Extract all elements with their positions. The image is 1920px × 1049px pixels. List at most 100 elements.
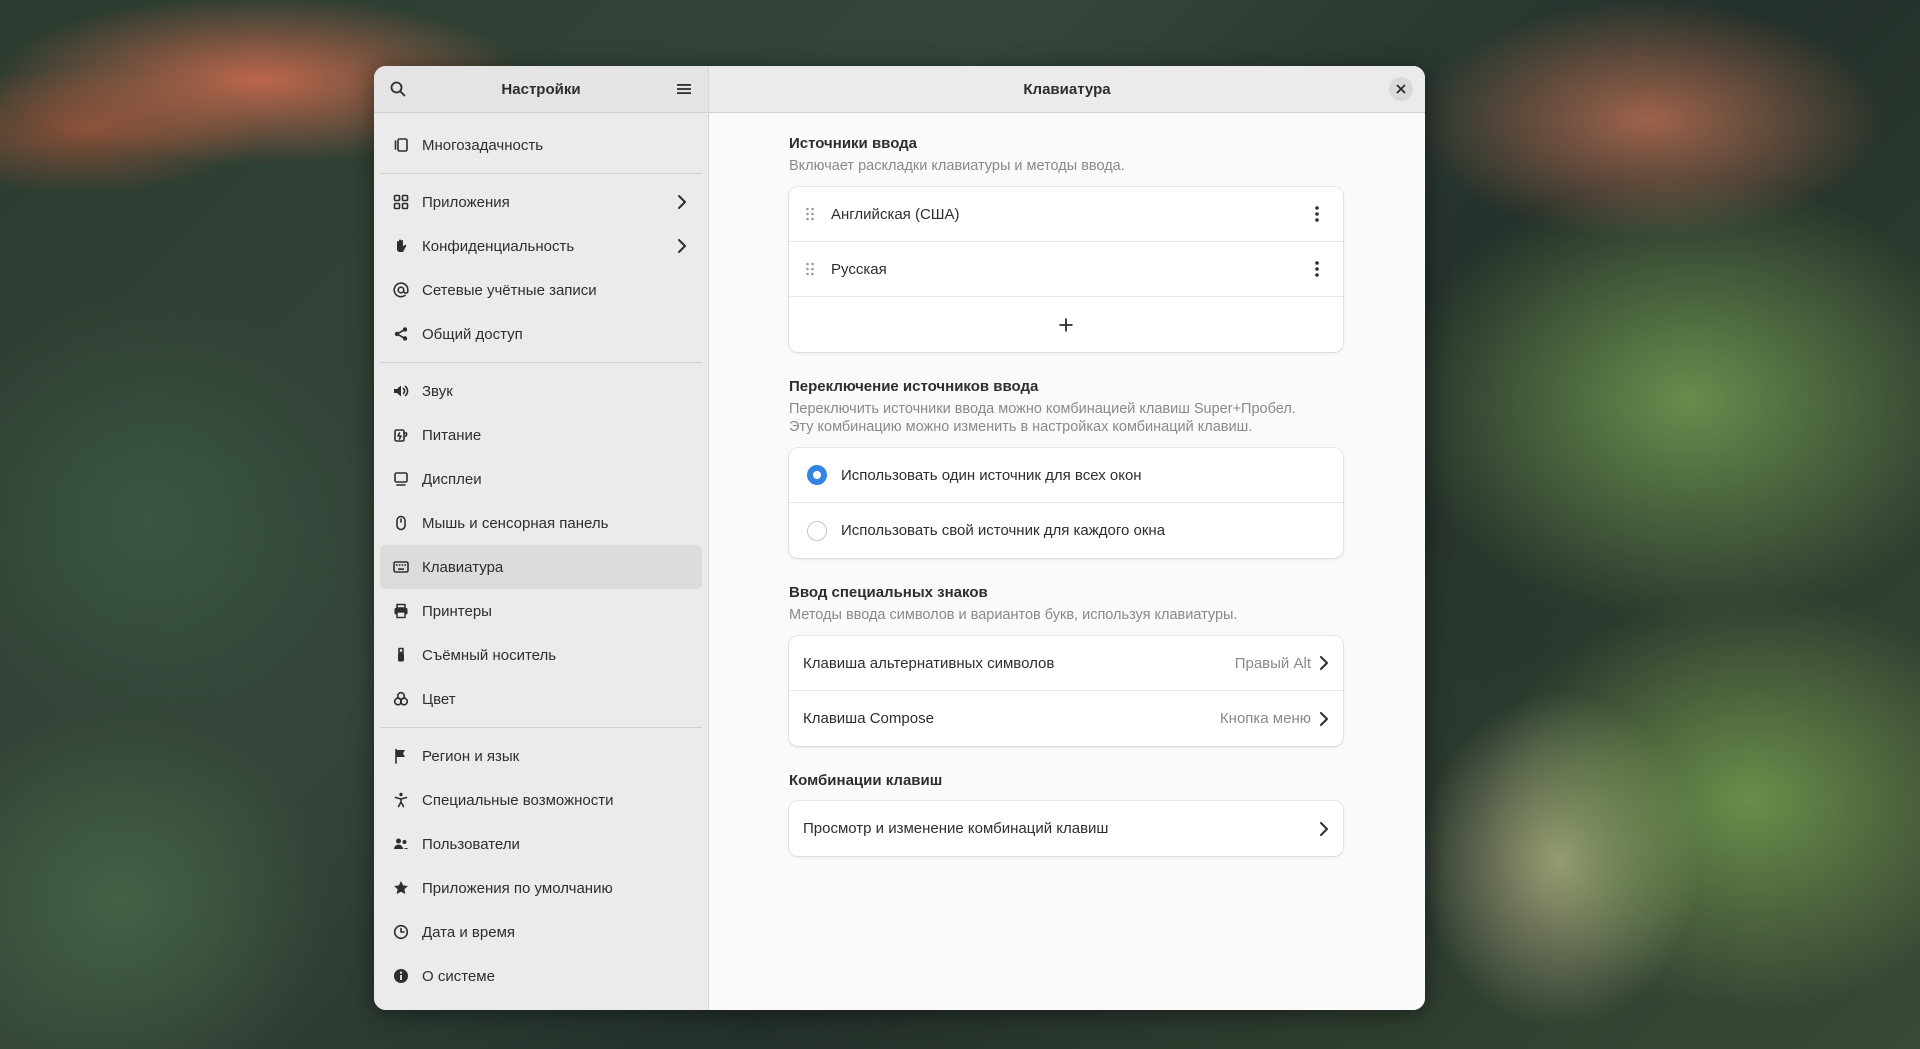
sidebar-item-label: Дисплеи [422, 470, 482, 488]
sidebar-item-label: Специальные возможности [422, 791, 614, 809]
sidebar-header: Настройки [374, 66, 708, 113]
compose-key-row[interactable]: Клавиша Compose Кнопка меню [789, 691, 1343, 746]
sidebar-item[interactable]: Съёмный носитель [380, 633, 702, 677]
apps-icon [392, 193, 410, 211]
chevron-right-icon [674, 194, 690, 210]
sidebar-item-label: Цвет [422, 690, 456, 708]
sidebar-item[interactable]: Цвет [380, 677, 702, 721]
sidebar-item[interactable]: Общий доступ [380, 312, 702, 356]
view-shortcuts-row[interactable]: Просмотр и изменение комбинаций клавиш [789, 801, 1343, 856]
sidebar-item-label: Дата и время [422, 923, 516, 941]
special-chars-title: Ввод специальных знаков [789, 584, 988, 601]
kebab-menu-icon[interactable] [1305, 257, 1329, 281]
input-sources-desc: Включает раскладки клавиатуры и методы в… [789, 158, 1125, 174]
sidebar-item[interactable]: Пользователи [380, 822, 702, 866]
sidebar-item[interactable]: Специальные возможности [380, 778, 702, 822]
radio-button-checked[interactable] [807, 465, 827, 485]
kebab-menu-icon[interactable] [1305, 202, 1329, 226]
input-source-row[interactable]: Русская [789, 242, 1343, 297]
share-icon [392, 325, 410, 343]
switching-desc-line2: Эту комбинацию можно изменить в настройк… [789, 419, 1253, 435]
add-input-source-button[interactable] [789, 297, 1343, 352]
sidebar-item[interactable]: Принтеры [380, 589, 702, 633]
star-icon [392, 879, 410, 897]
sidebar-item[interactable]: Дисплеи [380, 457, 702, 501]
sidebar-item-label: Приложения [422, 193, 510, 211]
sidebar-item-label: Регион и язык [422, 747, 520, 765]
sidebar-separator [380, 173, 702, 174]
plus-icon [1059, 318, 1073, 331]
shortcuts-card: Просмотр и изменение комбинаций клавиш [789, 801, 1343, 856]
sidebar-item-label: Питание [422, 426, 482, 444]
switch-option-row[interactable]: Использовать свой источник для каждого о… [789, 503, 1343, 558]
sidebar-separator [380, 727, 702, 728]
sidebar-item[interactable]: Звук [380, 369, 702, 413]
search-icon [390, 81, 406, 97]
hamburger-menu-icon [676, 84, 691, 94]
sidebar-item[interactable]: Конфиденциальность [380, 224, 702, 268]
users-icon [392, 835, 410, 853]
privacy-hand-icon [392, 237, 410, 255]
sidebar-item-label: О системе [422, 967, 495, 985]
multitasking-icon [392, 136, 410, 154]
content-body: Источники ввода Включает раскладки клави… [709, 113, 1343, 882]
content-header: Клавиатура [709, 66, 1425, 113]
info-icon [392, 967, 410, 985]
switching-desc-line1: Переключить источники ввода можно комбин… [789, 401, 1296, 417]
settings-window: Настройки Многозадачность Приложения Конфи… [374, 66, 1425, 1010]
sidebar-item[interactable]: Мышь и сенсорная панель [380, 501, 702, 545]
printer-icon [392, 602, 410, 620]
keyboard-icon [392, 558, 410, 576]
switch-option-label: Использовать свой источник для каждого о… [841, 522, 1166, 539]
special-chars-desc: Методы ввода символов и вариантов букв, … [789, 607, 1238, 623]
at-icon [392, 281, 410, 299]
sidebar-item-label: Мышь и сенсорная панель [422, 514, 609, 532]
page-title: Клавиатура [1023, 80, 1111, 98]
sidebar-item[interactable]: Приложения [380, 180, 702, 224]
switching-card: Использовать один источник для всех окон… [789, 448, 1343, 558]
input-source-label: Русская [831, 260, 887, 278]
search-button[interactable] [384, 75, 412, 103]
sidebar-item[interactable]: Дата и время [380, 910, 702, 954]
sidebar-item-label: Конфиденциальность [422, 237, 575, 255]
sound-icon [392, 382, 410, 400]
sidebar-item-label: Общий доступ [422, 325, 523, 343]
switching-desc: Переключить источники ввода можно комбин… [789, 400, 1343, 436]
alternate-chars-key-label: Клавиша альтернативных символов [803, 654, 1055, 672]
sidebar-item-label: Съёмный носитель [422, 646, 557, 664]
radio-button[interactable] [807, 520, 827, 541]
flag-icon [392, 747, 410, 765]
sidebar-item[interactable]: Приложения по умолчанию [380, 866, 702, 910]
compose-key-label: Клавиша Compose [803, 710, 934, 727]
chevron-right-icon [1320, 821, 1328, 836]
input-sources-card: Английская (США) Русская [789, 187, 1343, 352]
sidebar: Настройки Многозадачность Приложения Конфи… [374, 66, 709, 1010]
sidebar-list: Многозадачность Приложения Конфиденциально… [374, 113, 708, 1010]
sidebar-item[interactable]: Питание [380, 413, 702, 457]
sidebar-item[interactable]: Регион и язык [380, 734, 702, 778]
sidebar-item-label: Многозадачность [422, 136, 544, 154]
accessibility-icon [392, 791, 410, 809]
sidebar-item[interactable]: Клавиатура [380, 545, 702, 589]
sidebar-item[interactable]: Многозадачность [380, 123, 702, 167]
switch-option-label: Использовать один источник для всех окон [841, 466, 1142, 484]
sidebar-separator [380, 362, 702, 363]
sidebar-title: Настройки [501, 80, 581, 98]
special-chars-card: Клавиша альтернативных символов Правый A… [789, 636, 1343, 746]
drag-handle-icon[interactable] [803, 207, 817, 221]
close-button[interactable] [1389, 77, 1413, 101]
main-menu-button[interactable] [670, 75, 698, 103]
chevron-right-icon [674, 238, 690, 254]
sidebar-item-label: Принтеры [422, 602, 492, 620]
clock-icon [392, 923, 410, 941]
input-sources-title: Источники ввода [789, 135, 918, 152]
sidebar-item[interactable]: О системе [380, 954, 702, 998]
sidebar-item[interactable]: Сетевые учётные записи [380, 268, 702, 312]
mouse-icon [392, 514, 410, 532]
switch-option-row[interactable]: Использовать один источник для всех окон [789, 448, 1343, 503]
drag-handle-icon[interactable] [803, 262, 817, 276]
alternate-chars-key-row[interactable]: Клавиша альтернативных символов Правый A… [789, 636, 1343, 691]
chevron-right-icon [1320, 656, 1328, 670]
close-icon [1396, 84, 1406, 94]
input-source-row[interactable]: Английская (США) [789, 187, 1343, 242]
